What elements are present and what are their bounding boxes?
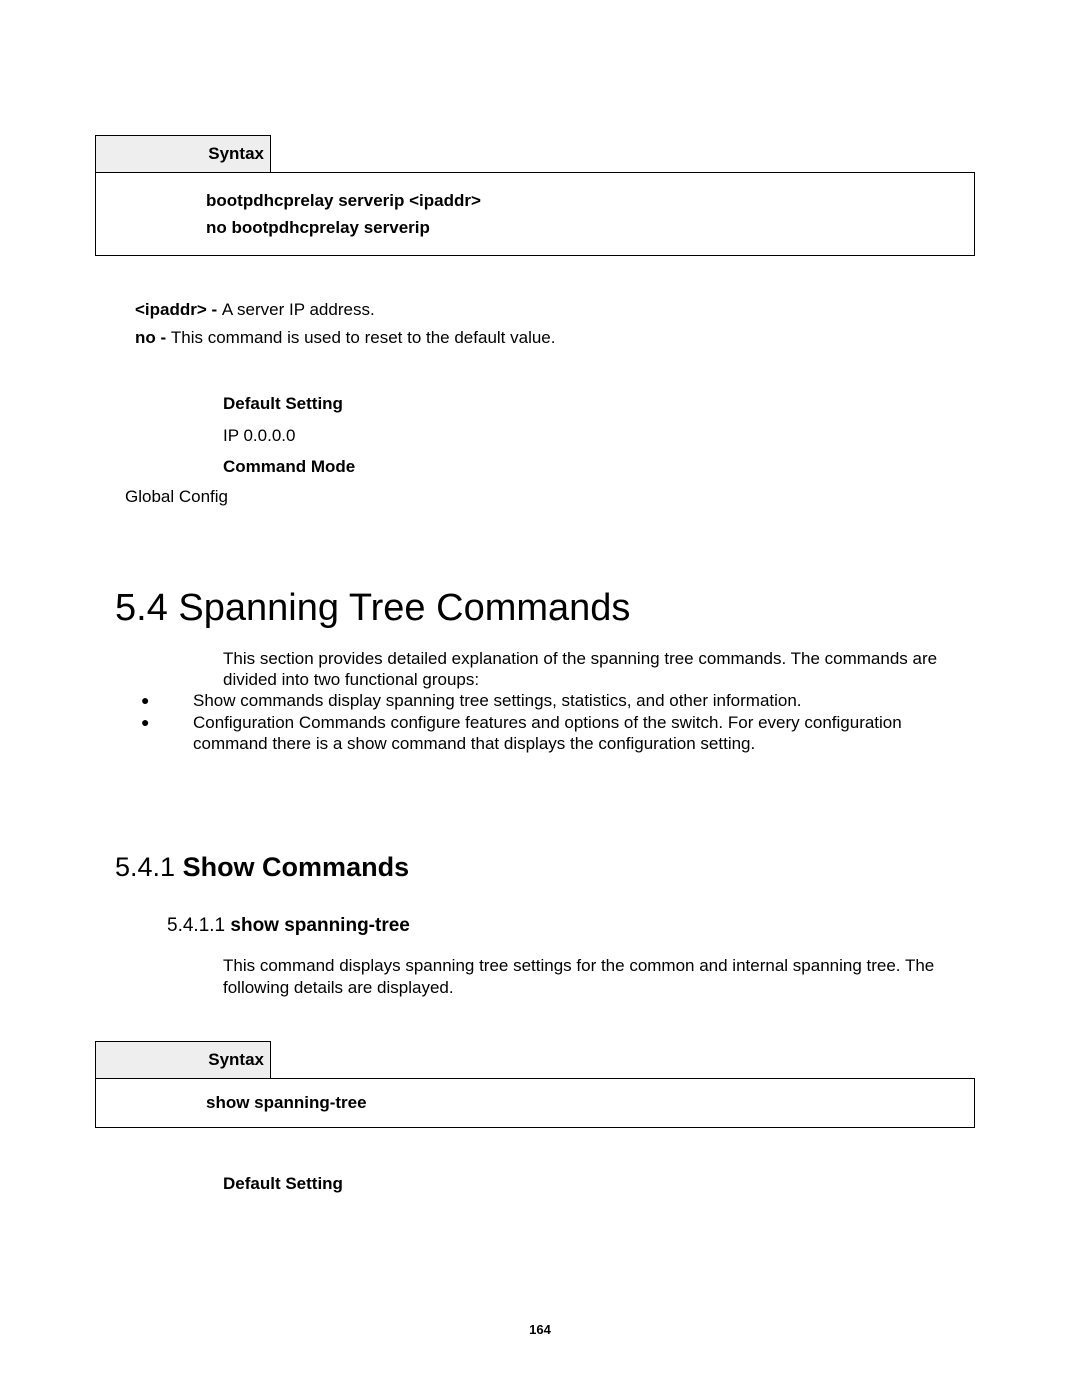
command-heading: 5.4.1.1 show spanning-tree xyxy=(95,915,985,937)
syntax-line: bootpdhcprelay serverip <ipaddr> xyxy=(206,187,974,214)
parameter-descriptions: <ipaddr> - A server IP address. no - Thi… xyxy=(95,296,985,352)
command-title: show spanning-tree xyxy=(230,915,409,936)
syntax-header-2: Syntax xyxy=(96,1042,271,1079)
section-intro-text: This section provides detailed explanati… xyxy=(95,648,955,691)
syntax-box-2: Syntax show spanning-tree xyxy=(95,1041,975,1128)
subsection-number: 5.4.1 xyxy=(115,852,183,882)
section-bullet-list: Show commands display spanning tree sett… xyxy=(95,690,955,754)
list-item: Configuration Commands configure feature… xyxy=(163,712,955,755)
command-mode-value: Global Config xyxy=(95,487,985,507)
syntax-header-1: Syntax xyxy=(96,136,271,173)
subsection-title: Show Commands xyxy=(183,852,410,882)
param-no: no - This command is used to reset to th… xyxy=(135,324,985,352)
default-setting-label-2: Default Setting xyxy=(95,1174,985,1194)
default-setting-value: IP 0.0.0.0 xyxy=(223,420,985,451)
subsection-heading: 5.4.1 Show Commands xyxy=(95,852,985,883)
param-ipaddr: <ipaddr> - A server IP address. xyxy=(135,296,985,324)
list-item: Show commands display spanning tree sett… xyxy=(163,690,955,711)
syntax-box-1: Syntax bootpdhcprelay serverip <ipaddr> … xyxy=(95,135,975,256)
document-page: Syntax bootpdhcprelay serverip <ipaddr> … xyxy=(0,0,1080,1194)
command-mode-label: Command Mode xyxy=(223,451,985,482)
page-number: 164 xyxy=(0,1322,1080,1337)
syntax-body-2: show spanning-tree xyxy=(96,1079,975,1128)
command-description: This command displays spanning tree sett… xyxy=(95,955,955,999)
section-heading: 5.4 Spanning Tree Commands xyxy=(95,587,985,630)
default-setting-label: Default Setting xyxy=(223,388,985,419)
command-number: 5.4.1.1 xyxy=(167,915,230,936)
syntax-body-1: bootpdhcprelay serverip <ipaddr> no boot… xyxy=(96,173,975,256)
default-setting-block-1: Default Setting IP 0.0.0.0 Command Mode xyxy=(95,388,985,482)
syntax-line: no bootpdhcprelay serverip xyxy=(206,214,974,241)
